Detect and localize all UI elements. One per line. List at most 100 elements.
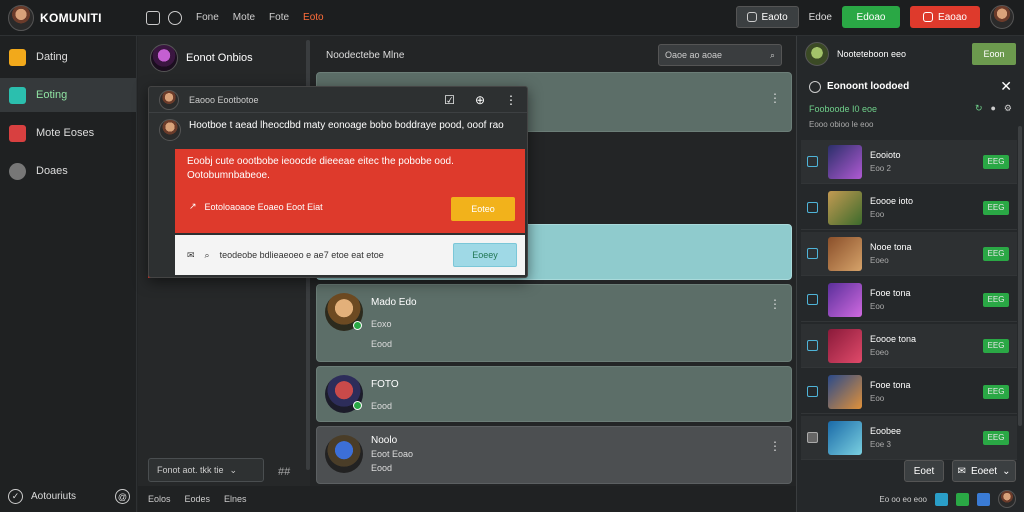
user-avatar[interactable] — [990, 5, 1014, 29]
box-icon[interactable] — [956, 492, 969, 506]
grid-icon[interactable] — [935, 492, 948, 506]
row-pill[interactable]: EEG — [983, 200, 1009, 215]
app-icon[interactable] — [977, 492, 990, 506]
close-icon[interactable]: ✕ — [1000, 78, 1012, 95]
feed-search-placeholder: Oaoe ao aoae — [665, 50, 723, 60]
panel-footer-dropdown[interactable]: ✉ Eoeet ⌄ — [952, 460, 1016, 482]
top-red-button[interactable]: Eaoao — [910, 6, 980, 28]
mid-search-input[interactable]: Fonot aot. tkk tie ⌄ — [148, 458, 264, 482]
panel-head-button[interactable]: Eoon — [972, 43, 1016, 65]
row-name: Nooe tona — [870, 242, 912, 252]
list-item[interactable]: Eoooe ioto Eoo EEG — [801, 186, 1017, 230]
sidebar-item-active[interactable]: Eoting — [0, 78, 136, 112]
row-checkbox[interactable] — [807, 156, 818, 167]
right-panel: Nooteteboon eeo Eoon Eonoont loodoed ✕ F… — [796, 36, 1024, 512]
card-meta: Eood — [371, 463, 393, 473]
row-meta: Eoo — [870, 210, 885, 219]
conversation-avatar — [150, 44, 178, 72]
history-icon[interactable] — [168, 10, 182, 25]
row-avatar — [828, 282, 862, 317]
more-icon[interactable]: ⋮ — [769, 91, 781, 105]
status-item[interactable]: Eolos — [148, 494, 171, 504]
chevron-down-icon: ⌄ — [1002, 465, 1011, 477]
panel-avatar — [805, 42, 829, 66]
top-dark-button[interactable]: Eaoto — [735, 6, 799, 28]
row-checkbox[interactable] — [807, 340, 818, 351]
alert-text: Eoobj cute oootbobe ieoocde dieeeae eite… — [187, 156, 454, 181]
more-icon[interactable]: ⋮ — [505, 93, 517, 107]
nav-link[interactable]: Fone — [196, 12, 219, 23]
target-icon — [809, 80, 821, 93]
list-item[interactable]: Fooe tona Eoo EEG — [801, 370, 1017, 414]
row-pill[interactable]: EEG — [983, 246, 1009, 261]
row-pill[interactable]: EEG — [983, 338, 1009, 353]
popup-footer: ✉ ⌕ teodeobe bdlieaeoeo e ae7 etoe eat e… — [175, 235, 525, 275]
window-icon[interactable] — [146, 10, 160, 25]
conversation-header[interactable]: Eonot Onbios — [138, 36, 310, 80]
top-plain-label[interactable]: Edoe — [809, 12, 832, 23]
list-item[interactable]: Eoooe tona Eoeo EEG — [801, 324, 1017, 368]
refresh-icon[interactable]: ↻ — [975, 103, 983, 114]
more-icon[interactable]: ⋮ — [769, 439, 781, 453]
row-checkbox[interactable] — [807, 294, 818, 305]
online-badge — [353, 401, 362, 410]
brand[interactable]: KOMUNITI — [0, 4, 138, 31]
feed-card[interactable]: Noolo Eoot Eoao Eood ⋮ — [316, 426, 792, 484]
row-pill[interactable]: EEG — [983, 292, 1009, 307]
list-item[interactable]: Eooioto Eoo 2 EEG — [801, 140, 1017, 184]
sidebar-item[interactable]: Dating — [0, 40, 136, 74]
row-avatar — [828, 420, 862, 455]
row-checkbox[interactable] — [807, 202, 818, 213]
panel-scrollbar[interactable] — [1018, 126, 1022, 426]
sidebar-item[interactable]: Mote Eoses — [0, 116, 136, 150]
row-meta: Eoo 2 — [870, 164, 891, 173]
alert-action-button[interactable]: Eoteo — [451, 197, 515, 221]
sidebar-item[interactable]: Doaes — [0, 154, 136, 188]
sidebar-item-label: Doaes — [36, 165, 68, 177]
list-item[interactable]: Eoobee Eoe 3 EEG — [801, 416, 1017, 460]
row-pill[interactable]: EEG — [983, 154, 1009, 169]
status-item[interactable]: Eodes — [185, 494, 211, 504]
user-avatar-small[interactable] — [998, 490, 1016, 508]
row-checkbox[interactable] — [807, 386, 818, 397]
panel-footer-button[interactable]: Eoet — [904, 460, 944, 482]
list-item[interactable]: Fooe tona Eoo EEG — [801, 278, 1017, 322]
status-item[interactable]: Elnes — [224, 494, 247, 504]
list-item[interactable]: Nooe tona Eoeo EEG — [801, 232, 1017, 276]
sidebar: Dating Eoting Mote Eoses Doaes ✓ Aotouri… — [0, 36, 137, 512]
card-avatar — [325, 435, 363, 473]
gear-icon — [9, 162, 26, 180]
feed-card[interactable]: FOTO Eood — [316, 366, 792, 422]
card-title: Mado Edo — [371, 297, 417, 308]
card-subtitle: Eoxo — [371, 319, 392, 329]
sidebar-item-label: Mote Eoses — [36, 127, 95, 139]
sidebar-footer[interactable]: ✓ Aotouriuts @ — [8, 489, 130, 504]
row-checkbox[interactable] — [807, 248, 818, 259]
nav-link[interactable]: Mote — [233, 12, 255, 23]
dot-icon[interactable]: ● — [990, 103, 995, 114]
feed-search-input[interactable]: Oaoe ao aoae ⌕ — [658, 44, 782, 66]
feed-card[interactable]: Mado Edo Eoxo Eood ⋮ — [316, 284, 792, 362]
card-subtitle: Eoot Eoao — [371, 449, 414, 459]
settings-icon[interactable]: ⚙ — [1004, 103, 1012, 114]
row-avatar — [828, 236, 862, 271]
zoom-icon[interactable]: ⊕ — [475, 93, 485, 107]
brand-name: KOMUNITI — [40, 10, 102, 25]
grid-icon[interactable]: ## — [278, 466, 290, 478]
more-icon[interactable]: ⋮ — [769, 297, 781, 311]
nav-link[interactable]: Fote — [269, 12, 289, 23]
chevron-down-icon: ⌄ — [229, 464, 238, 475]
help-icon[interactable]: @ — [115, 489, 130, 504]
edit-icon[interactable]: ☑ — [444, 93, 455, 107]
app-window: KOMUNITI Fone Mote Fote Eoto Eaoto Edoe … — [0, 0, 1024, 512]
top-green-button[interactable]: Edoao — [842, 6, 900, 28]
sidebar-footer-label: Aotouriuts — [31, 491, 77, 502]
popup-footer-button[interactable]: Eoeey — [453, 243, 517, 267]
box-icon — [923, 12, 934, 22]
row-pill[interactable]: EEG — [983, 384, 1009, 399]
row-pill[interactable]: EEG — [983, 430, 1009, 445]
stack-icon — [9, 124, 26, 142]
row-avatar — [828, 190, 862, 225]
row-checkbox[interactable] — [807, 432, 818, 443]
nav-link-highlight[interactable]: Eoto — [303, 12, 324, 23]
